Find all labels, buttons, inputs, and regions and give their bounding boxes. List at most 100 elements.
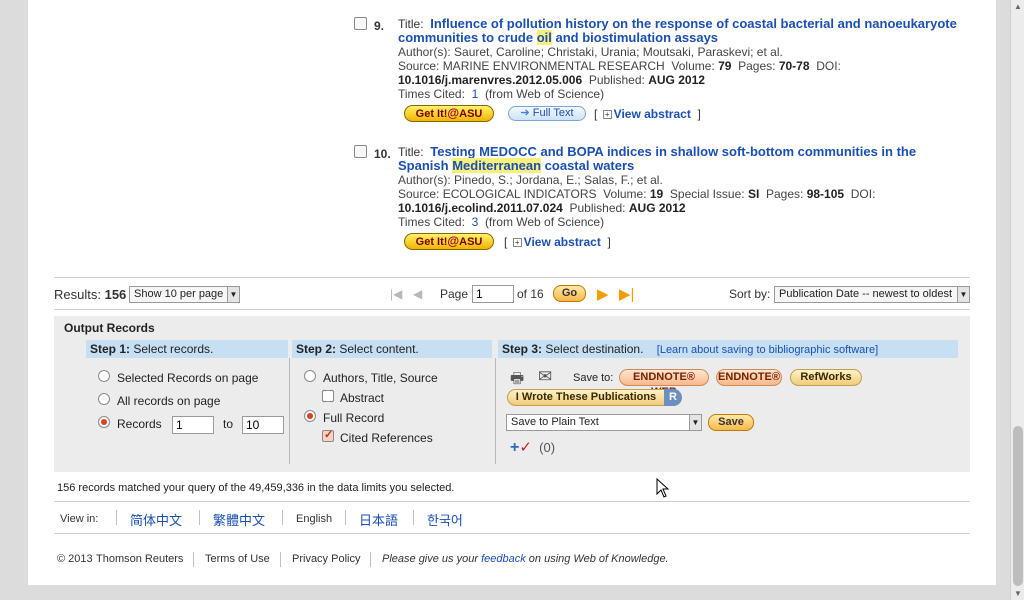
title-text: coastal waters [541, 158, 635, 173]
page-number-input[interactable] [472, 285, 514, 303]
times-cited-link[interactable]: 3 [472, 215, 479, 229]
option-label: Selected Records on page [117, 371, 259, 385]
radio-full-record[interactable] [304, 410, 316, 422]
output-records-title: Output Records [64, 321, 155, 335]
get-it-asu-button[interactable]: Get It!@ASU [404, 233, 494, 250]
chevron-down-icon: ▼ [689, 415, 701, 430]
chevron-down-icon: ▼ [957, 287, 969, 302]
results-count: Results: 156 [54, 287, 127, 302]
marked-count: (0) [539, 440, 556, 455]
records-from-input[interactable] [172, 416, 214, 434]
view-abstract-toggle[interactable]: [ + View abstract ] [594, 107, 701, 121]
title-label: Title: [398, 17, 424, 31]
language-link-ko[interactable]: 한국어 [427, 510, 463, 529]
divider [199, 510, 200, 525]
record-checkbox[interactable] [354, 145, 367, 158]
record-title-link[interactable]: Influence of pollution history on the re… [398, 16, 957, 45]
page-left-margin [0, 0, 28, 600]
record-times-cited: Times Cited: 3 (from Web of Science) [398, 215, 605, 229]
record-item: 10. Title: Testing MEDOCC and BOPA indic… [354, 145, 974, 257]
record-number: 10. [374, 147, 391, 161]
feedback-link[interactable]: feedback [481, 553, 526, 565]
checkbox-cited-references[interactable] [322, 428, 334, 442]
scrollbar-thumb[interactable] [1013, 426, 1023, 586]
step2-header: Step 2: Select content. [292, 340, 492, 358]
checkbox-abstract[interactable] [322, 390, 334, 402]
endnote-button[interactable]: ENDNOTE® [716, 369, 782, 386]
expand-plus-icon: + [512, 238, 522, 248]
option-label: Records [117, 417, 162, 431]
step1-column: Selected Records on page All records on … [86, 358, 290, 464]
per-page-select[interactable]: Show 10 per page ▼ [129, 286, 240, 303]
expand-plus-icon: + [602, 110, 612, 120]
refworks-button[interactable]: RefWorks [790, 369, 862, 386]
record-item: 9. Title: Influence of pollution history… [354, 17, 974, 129]
endnote-web-button[interactable]: ENDNOTE® WEB [619, 369, 709, 398]
go-button[interactable]: Go [553, 285, 586, 302]
learn-saving-link[interactable]: [Learn about saving to bibliographic sof… [657, 344, 878, 356]
records-to-label: to [223, 417, 234, 431]
chevron-down-icon: ▼ [227, 287, 239, 302]
option-label: All records on page [117, 394, 221, 408]
language-link-zh-tw[interactable]: 繁體中文 [213, 510, 265, 529]
language-link-zh-cn[interactable]: 简体中文 [130, 510, 182, 529]
previous-page-icon[interactable]: ◀ [413, 287, 429, 301]
save-to-label: Save to: [573, 372, 614, 384]
save-format-select[interactable]: Save to Plain Text ▼ [506, 414, 702, 431]
record-title-link[interactable]: Testing MEDOCC and BOPA indices in shall… [398, 144, 916, 173]
thomson-reuters-link[interactable]: Thomson Reuters [96, 553, 183, 565]
step2-column: Authors, Title, Source Abstract Full Rec… [292, 358, 496, 464]
copyright-text: © 2013 [57, 553, 93, 565]
page-right-margin [996, 0, 1010, 600]
marked-list[interactable]: +✓ (0) [510, 438, 555, 457]
record-doi-published: 10.1016/j.marenvres.2012.05.006 Publishe… [398, 73, 705, 87]
get-it-asu-button[interactable]: Get It!@ASU [404, 105, 494, 122]
record-source: Source: MARINE ENVIRONMENTAL RESEARCH Vo… [398, 59, 841, 73]
record-times-cited: Times Cited: 1 (from Web of Science) [398, 87, 605, 101]
researcherid-icon[interactable]: R [664, 389, 682, 406]
sort-select[interactable]: Publication Date -- newest to oldest ▼ [774, 286, 970, 303]
view-abstract-toggle[interactable]: [ + View abstract ] [504, 235, 611, 249]
divider [345, 510, 346, 525]
divider [54, 533, 970, 534]
next-page-icon[interactable]: ▶ [597, 285, 615, 303]
last-page-icon[interactable]: ▶| [619, 285, 637, 303]
mouse-cursor-icon [656, 478, 670, 498]
divider [54, 501, 970, 502]
radio-all-records[interactable] [98, 393, 110, 405]
times-cited-link[interactable]: 1 [472, 87, 479, 101]
i-wrote-these-button[interactable]: I Wrote These Publications [507, 389, 665, 406]
vertical-scrollbar[interactable]: ▲ ▼ [1010, 0, 1024, 600]
option-label: Full Record [323, 411, 385, 425]
radio-authors-title-source[interactable] [304, 370, 316, 382]
language-current-english: English [296, 513, 333, 525]
checkmark-icon: ✓ [519, 439, 532, 456]
page-total: of 16 [517, 287, 544, 301]
view-in-label: View in: [60, 513, 99, 525]
record-authors: Author(s): Sauret, Caroline; Christaki, … [398, 45, 783, 59]
privacy-policy-link[interactable]: Privacy Policy [292, 553, 360, 565]
option-label: Cited References [340, 431, 433, 445]
matched-records-text: 156 records matched your query of the 49… [57, 482, 455, 494]
terms-of-use-link[interactable]: Terms of Use [205, 553, 270, 565]
page-label: Page [440, 287, 469, 301]
divider [282, 510, 283, 525]
first-page-icon[interactable]: |◀ [390, 287, 406, 301]
save-button[interactable]: Save [708, 414, 754, 431]
email-icon[interactable]: ✉ [538, 367, 552, 387]
record-authors: Author(s): Pinedo, S.; Jordana, E.; Sala… [398, 173, 663, 187]
record-checkbox[interactable] [354, 17, 367, 30]
language-link-ja[interactable]: 日本語 [359, 510, 398, 529]
radio-selected-records[interactable] [98, 370, 110, 382]
sort-label: Sort by: [729, 287, 771, 301]
records-to-input[interactable] [242, 416, 284, 434]
step1-header: Step 1: Select records. [86, 340, 288, 358]
full-text-button[interactable]: ➔ Full Text [508, 106, 586, 121]
record-source: Source: ECOLOGICAL INDICATORS Volume: 19… [398, 187, 876, 201]
scroll-down-icon[interactable]: ▼ [1014, 589, 1022, 598]
divider [413, 510, 414, 525]
scroll-up-icon[interactable]: ▲ [1014, 2, 1022, 11]
output-records-panel: Output Records Step 1: Select records. S… [54, 316, 970, 472]
record-number: 9. [374, 19, 385, 33]
radio-records-range[interactable] [98, 416, 110, 428]
